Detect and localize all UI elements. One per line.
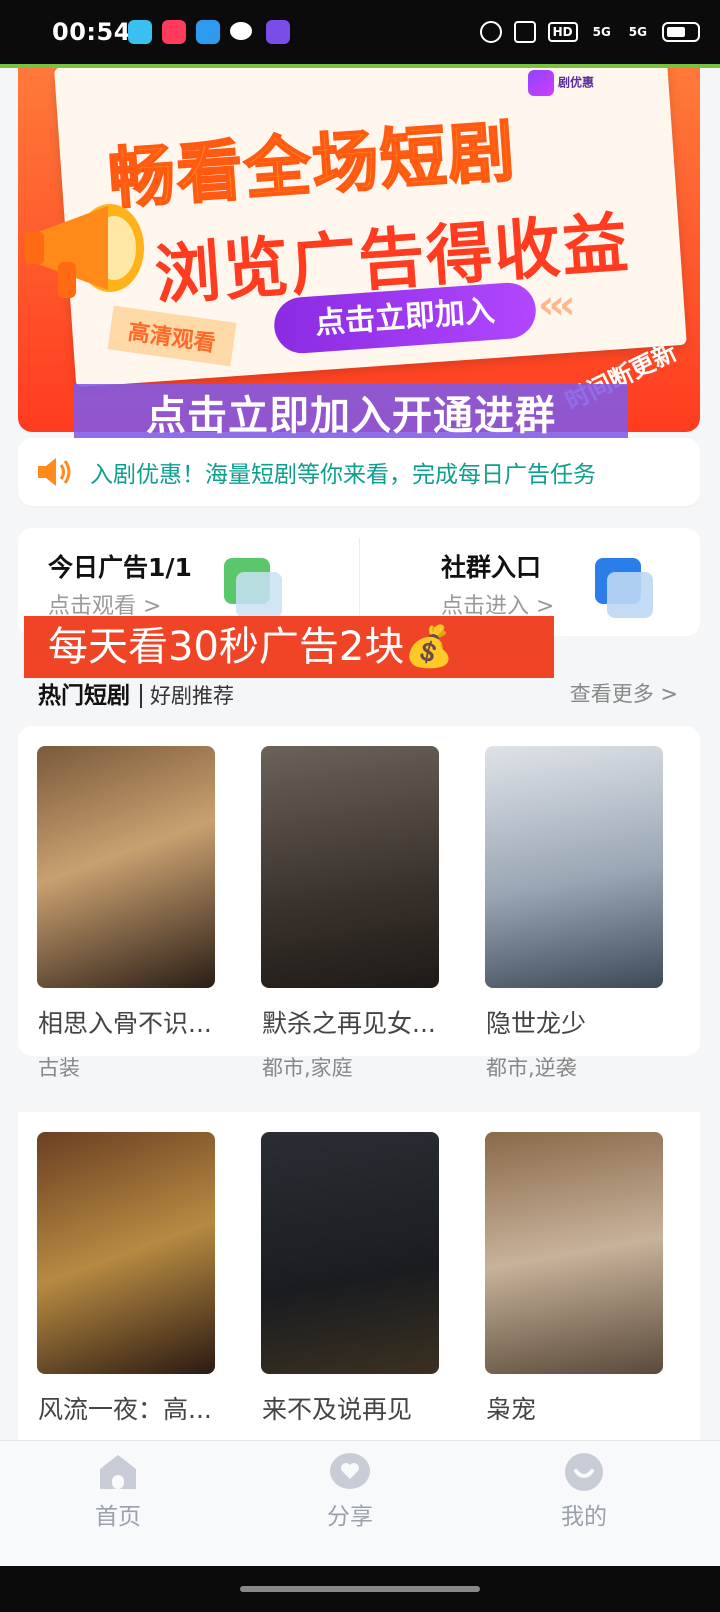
drama-grid-row: 相思入骨不识... 古装 默杀之再见女... 都市,家庭 隐世龙少 都市,逆袭 [18,726,700,1080]
drama-title[interactable]: 风流一夜：高... [38,1390,212,1426]
drama-tags: 都市,逆袭 [486,1056,577,1080]
video-app-icon [162,20,186,44]
drama-title[interactable]: 相思入骨不识... [38,1004,212,1040]
tab-home[interactable]: 首页 [38,1441,198,1541]
section-subtitle: 好剧推荐 [140,684,234,708]
battery-icon [662,22,700,42]
promo-banner[interactable]: 剧优惠 畅看全场短剧 浏览广告得收益 高清观看 点击立即加入 ‹‹‹ 时间断更新 [18,68,700,432]
see-more-link[interactable]: 查看更多 > [570,678,678,708]
drama-poster[interactable] [37,746,215,988]
drama-title[interactable]: 来不及说再见 [262,1390,412,1426]
tab-share[interactable]: 分享 [270,1441,430,1541]
signal-icon: 5G [628,25,647,39]
drama-poster[interactable] [37,1132,215,1374]
tab-profile[interactable]: 我的 [504,1441,664,1541]
group-icon-overlay [607,572,653,618]
status-bar: 00:54 HD 5G 5G [0,0,720,64]
heart-chat-icon [330,1453,370,1489]
drama-poster[interactable] [485,746,663,988]
tab-label: 首页 [95,1504,141,1530]
status-time: 00:54 [52,18,131,46]
mute-icon [513,21,536,43]
drama-poster[interactable] [485,1132,663,1374]
bottom-tab-bar: 首页 分享 我的 [0,1440,720,1581]
notice-bar[interactable]: 入剧优惠！海量短剧等你来看，完成每日广告任务 [18,438,700,506]
status-indicators: HD 5G 5G [479,16,700,48]
video-play-icon-overlay [236,572,282,618]
community-title: 社群入口 [441,553,542,582]
daily-ad-title: 今日广告1/1 [48,553,192,582]
speaker-icon [38,458,71,486]
promo-strip: 每天看30秒广告2块💰 [24,616,554,678]
drama-title[interactable]: 隐世龙少 [486,1004,586,1040]
app-notification-icon [266,20,290,44]
section-title: 热门短剧 好剧推荐 [38,683,234,709]
alarm-icon [479,21,502,43]
app-notification-icon [128,20,152,44]
drama-title[interactable]: 默杀之再见女... [262,1004,436,1040]
drama-title[interactable]: 枭宠 [486,1390,536,1426]
brand-logo: 剧优惠 [528,70,594,96]
tab-label: 我的 [561,1504,607,1530]
wechat-icon [230,22,252,40]
home-icon [100,1455,136,1489]
drama-grid-row: 风流一夜：高... 来不及说再见 枭宠 [18,1112,700,1442]
tab-label: 分享 [327,1504,373,1530]
chevrons-icon: ‹‹‹ [538,282,576,328]
app-notification-icon [196,20,220,44]
drama-tags: 古装 [38,1056,80,1080]
notice-text: 入剧优惠！海量短剧等你来看，完成每日广告任务 [90,462,596,488]
drama-poster[interactable] [261,746,439,988]
home-indicator[interactable] [240,1586,480,1592]
drama-tags: 都市,家庭 [262,1056,353,1080]
megaphone-icon [24,204,144,298]
profile-icon [565,1453,603,1491]
signal-icon: 5G [592,25,611,39]
hd-badge: HD [547,22,578,42]
system-nav-bar [0,1566,720,1612]
drama-poster[interactable] [261,1132,439,1374]
